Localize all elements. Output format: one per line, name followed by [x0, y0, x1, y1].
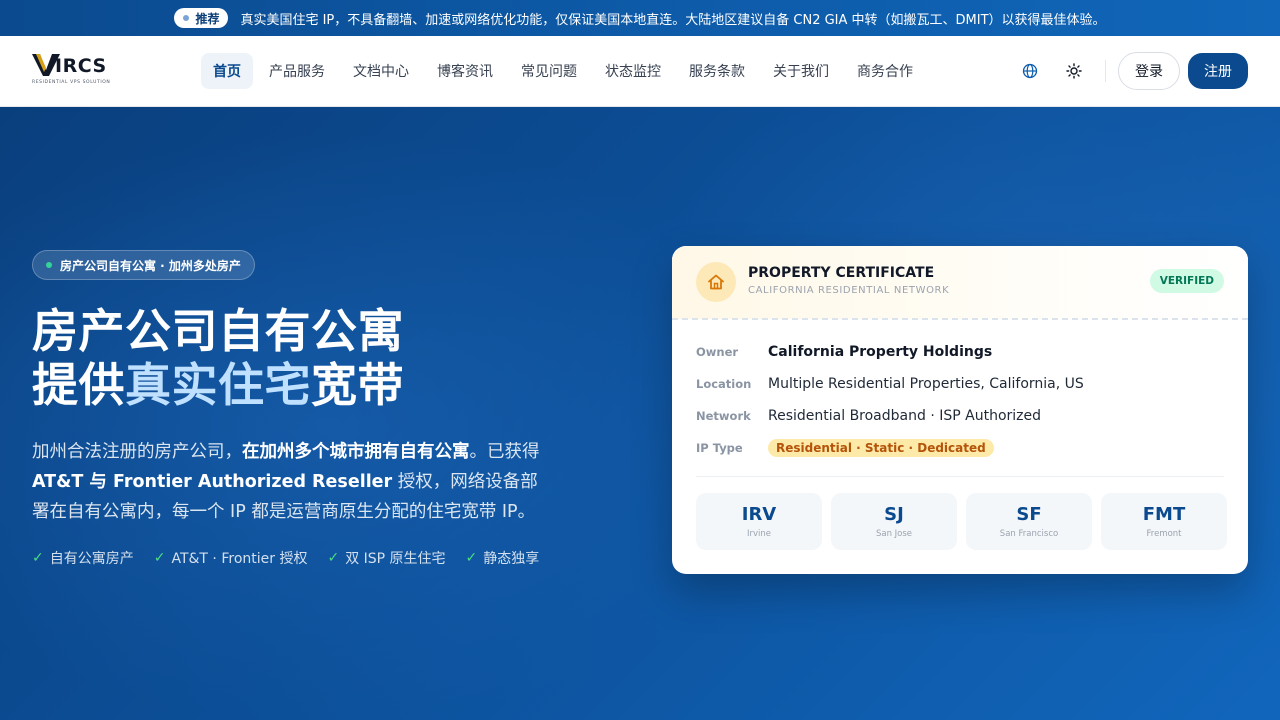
row-key: Owner	[696, 345, 739, 359]
check-icon: ✓	[465, 550, 478, 566]
row-key: Network	[696, 409, 751, 423]
city-tile: IRV Irvine	[696, 493, 822, 550]
lead-part-1: 加州合法注册的房产公司，	[32, 442, 242, 462]
hero-title-pre: 提供	[32, 358, 125, 412]
nav-item-about[interactable]: 关于我们	[761, 53, 841, 89]
certificate-row-iptype: IP Type Residential · Static · Dedicated	[696, 439, 994, 457]
row-key: Location	[696, 377, 752, 391]
nav-item-home[interactable]: 首页	[201, 53, 253, 89]
city-code: SJ	[884, 504, 904, 525]
city-name: San Jose	[875, 529, 913, 539]
nav-item-status[interactable]: 状态监控	[593, 53, 673, 89]
lead-bold-1: 在加州多个城市拥有自有公寓	[242, 442, 470, 462]
logo-subtitle: RESIDENTIAL VPS SOLUTION	[32, 80, 111, 85]
property-certificate-card: PROPERTY CERTIFICATE CALIFORNIA RESIDENT…	[672, 246, 1248, 574]
status-dot-icon	[46, 262, 52, 268]
lead-bold-2: AT&T 与 Frontier Authorized Reseller	[32, 472, 393, 492]
city-tile: SF San Francisco	[966, 493, 1092, 550]
check-icon: ✓	[153, 550, 166, 566]
city-code: SF	[1016, 504, 1042, 525]
announcement-text: 真实美国住宅 IP，不具备翻墙、加速或网络优化功能，仅保证美国本地直连。大陆地区…	[240, 12, 1106, 28]
certificate-row-network: Network Residential Broadband · ISP Auth…	[696, 408, 1041, 424]
hero-title-line2: 提供真实住宅宽带	[32, 358, 404, 412]
hero-title-post: 宽带	[311, 358, 404, 412]
navbar: IRCS RESIDENTIAL VPS SOLUTION 首页 产品服务 文档…	[0, 36, 1280, 107]
certificate-title: PROPERTY CERTIFICATE	[748, 265, 935, 281]
feature-checks: ✓ 自有公寓房产 ✓ AT&T · Frontier 授权 ✓ 双 ISP 原生住宅 …	[32, 548, 539, 568]
city-list: IRV Irvine SJ San Jose SF San Francisco …	[696, 493, 1227, 550]
feature-check-label: AT&T · Frontier 授权	[171, 551, 308, 567]
nav-item-business[interactable]: 商务合作	[845, 53, 925, 89]
house-icon	[708, 274, 724, 290]
nav-item-terms[interactable]: 服务条款	[677, 53, 757, 89]
city-code: FMT	[1142, 504, 1186, 525]
hero-title-line1: 房产公司自有公寓	[32, 304, 404, 358]
feature-check-label: 双 ISP 原生住宅	[345, 551, 446, 567]
login-button[interactable]: 登录	[1118, 52, 1180, 90]
main-menu: 首页 产品服务 文档中心 博客资讯 常见问题 状态监控 服务条款 关于我们 商务…	[201, 53, 929, 89]
hero-description: 加州合法注册的房产公司，在加州多个城市拥有自有公寓。已获得 AT&T 与 Fro…	[32, 437, 552, 527]
dashed-divider	[672, 318, 1248, 320]
house-icon-wrap	[696, 262, 736, 302]
hero-title-highlight: 真实住宅	[125, 358, 311, 412]
register-button[interactable]: 注册	[1188, 53, 1248, 89]
certificate-row-owner: Owner California Property Holdings	[696, 344, 992, 360]
row-value: Residential Broadband · ISP Authorized	[768, 408, 1042, 424]
city-code: IRV	[741, 504, 777, 525]
nav-actions: 登录 注册	[1003, 52, 1248, 90]
language-button[interactable]	[1013, 54, 1047, 88]
check-icon: ✓	[327, 550, 340, 566]
city-name: Fremont	[1146, 529, 1182, 539]
city-name: San Francisco	[999, 529, 1059, 539]
ip-type-tag: Residential · Static · Dedicated	[768, 439, 994, 457]
row-key: IP Type	[696, 441, 743, 455]
theme-toggle-button[interactable]	[1057, 54, 1091, 88]
row-divider	[696, 476, 1224, 477]
globe-icon	[1022, 63, 1038, 79]
dot-icon	[183, 15, 190, 21]
hero-title: 房产公司自有公寓 提供真实住宅宽带	[32, 304, 404, 412]
verified-badge: VERIFIED	[1149, 269, 1224, 293]
city-tile: SJ San Jose	[831, 493, 957, 550]
feature-check: ✓ AT&T · Frontier 授权	[154, 548, 308, 568]
hero-badge-text: 房产公司自有公寓 · 加州多处房产	[60, 258, 241, 273]
hero-badge: 房产公司自有公寓 · 加州多处房产	[32, 250, 255, 280]
lead-part-2: 。已获得	[469, 442, 540, 462]
nav-divider	[1105, 60, 1106, 82]
certificate-subtitle: CALIFORNIA RESIDENTIAL NETWORK	[748, 285, 950, 296]
nav-item-blog[interactable]: 博客资讯	[425, 53, 505, 89]
sun-icon	[1066, 63, 1082, 79]
feature-check: ✓ 双 ISP 原生住宅	[327, 548, 445, 568]
row-value: Multiple Residential Properties, Califor…	[768, 376, 1084, 392]
feature-check-label: 静态独享	[483, 551, 540, 567]
city-name: Irvine	[746, 529, 771, 539]
announcement-tag: 推荐	[174, 8, 229, 28]
announcement-tag-label: 推荐	[195, 11, 220, 26]
hero-section: 房产公司自有公寓 · 加州多处房产 房产公司自有公寓 提供真实住宅宽带 加州合法…	[0, 107, 1280, 720]
row-value: California Property Holdings	[768, 344, 993, 360]
logo[interactable]: IRCS RESIDENTIAL VPS SOLUTION	[32, 52, 112, 86]
nav-item-faq[interactable]: 常见问题	[509, 53, 589, 89]
check-icon: ✓	[32, 550, 44, 566]
logo-word: IRCS	[55, 55, 107, 77]
nav-item-docs[interactable]: 文档中心	[341, 53, 421, 89]
feature-check: ✓ 静态独享	[466, 548, 540, 568]
announcement-bar: 推荐 真实美国住宅 IP，不具备翻墙、加速或网络优化功能，仅保证美国本地直连。大…	[0, 0, 1280, 36]
city-tile: FMT Fremont	[1101, 493, 1227, 550]
certificate-row-location: Location Multiple Residential Properties…	[696, 376, 1084, 392]
certificate-header: PROPERTY CERTIFICATE CALIFORNIA RESIDENT…	[672, 246, 1248, 319]
nav-item-products[interactable]: 产品服务	[257, 53, 337, 89]
feature-check: ✓ 自有公寓房产	[32, 548, 134, 568]
feature-check-label: 自有公寓房产	[49, 551, 134, 567]
